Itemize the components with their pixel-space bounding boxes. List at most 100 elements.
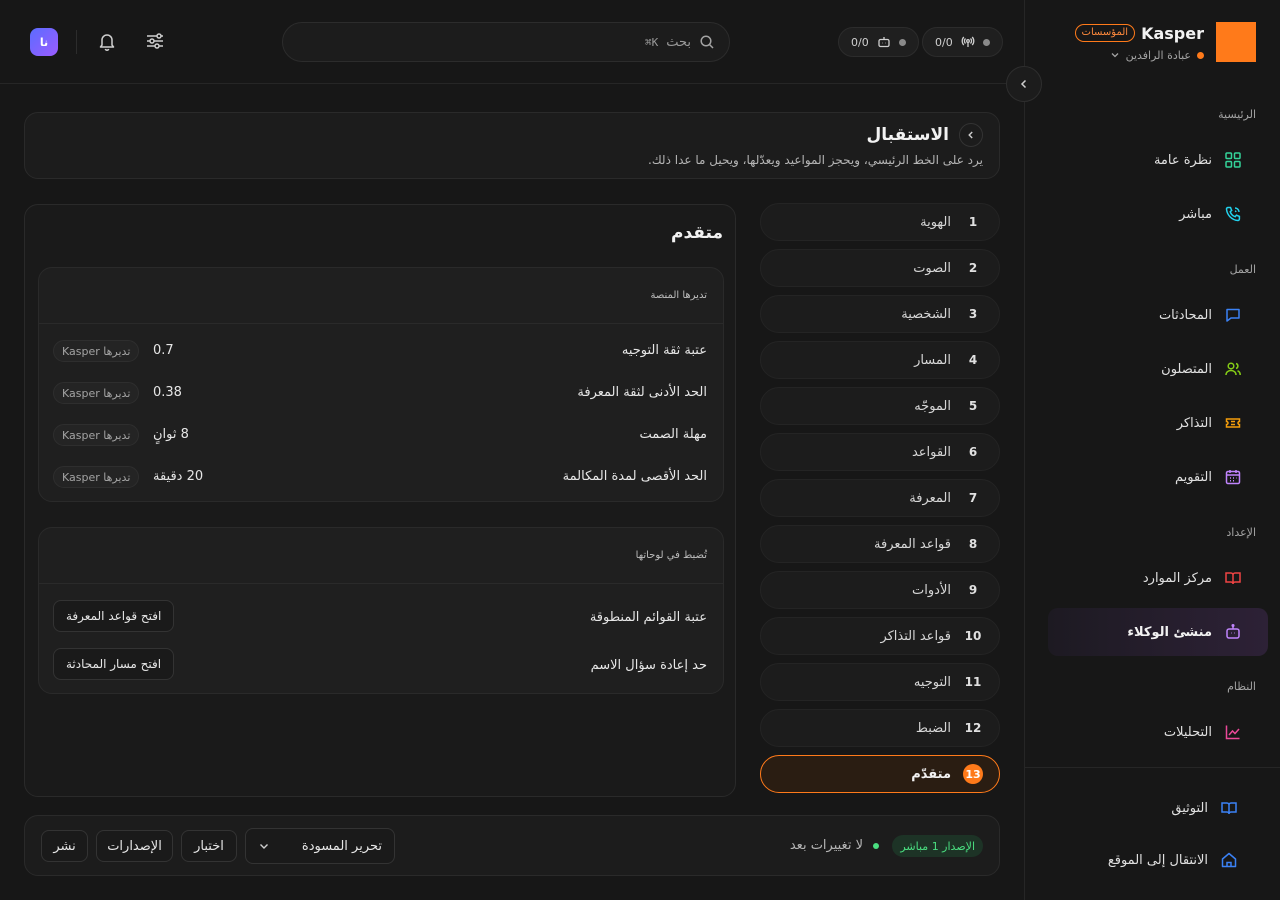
step-label: المسار (914, 352, 951, 368)
step-prompt[interactable]: 5 الموجّه (760, 387, 1000, 425)
step-voice[interactable]: 2 الصوت (760, 249, 1000, 287)
step-ticket-rules[interactable]: 10 قواعد التذاكر (760, 617, 1000, 655)
publish-button[interactable]: نشر (41, 830, 88, 862)
chevron-left-icon (1018, 78, 1030, 90)
sidebar-item-calendar[interactable]: التقويم (1048, 453, 1268, 501)
step-number: 7 (968, 491, 978, 505)
managed-badge: تديرها Kasper (53, 340, 140, 362)
step-number: 12 (964, 721, 982, 735)
agent-header: الاستقبال يرد على الخط الرئيسي، ويحجز ال… (24, 112, 1000, 179)
nav-section-work: العمل (1229, 263, 1256, 276)
bot-icon (1224, 623, 1242, 641)
step-label: قواعد المعرفة (874, 536, 951, 552)
setting-row: الحد الأدنى لثقة المعرفة 0.38 تديرها Kas… (37, 373, 723, 415)
step-label: الصوت (913, 260, 951, 276)
bots-counter[interactable]: 0/0 (838, 27, 919, 57)
mode-select-value: تحرير المسودة (301, 838, 382, 854)
setting-value: 0.7 (153, 343, 174, 358)
chevron-left-icon (966, 130, 976, 140)
sidebar-item-label: الانتقال إلى الموقع (1107, 852, 1208, 868)
sidebar-item-docs[interactable]: التوثيق (1044, 784, 1264, 832)
brand[interactable]: Kasper المؤسسات عبادة الرافدين (1074, 22, 1256, 62)
book-icon (1224, 569, 1242, 587)
chevron-down-icon (258, 840, 270, 852)
step-identity[interactable]: 1 الهوية (760, 203, 1000, 241)
sidebar-item-label: مركز الموارد (1142, 570, 1212, 586)
sidebar-item-live[interactable]: مباشر (1048, 190, 1268, 238)
back-button[interactable] (959, 123, 983, 147)
search-shortcut: ⌘K (644, 35, 659, 49)
step-label: الضبط (915, 720, 951, 736)
sidebar-item-resources[interactable]: مركز الموارد (1048, 554, 1268, 602)
open-conversation-flow-button[interactable]: افتح مسار المحادثة (53, 648, 175, 680)
managed-badge: تديرها Kasper (53, 466, 140, 488)
brand-logo (1216, 22, 1256, 62)
card-heading: تديرها المنصة (39, 268, 723, 324)
setting-label: عتبة ثقة التوجيه (621, 343, 707, 358)
setting-row: عتبة ثقة التوجيه 0.7 تديرها Kasper (37, 331, 723, 373)
live-calls-counter[interactable]: 0/0 (922, 27, 1003, 57)
setting-label: عتبة القوائم المنطوقة (589, 610, 707, 625)
step-routing[interactable]: 11 التوجيه (760, 663, 1000, 701)
setting-label: الحد الأدنى لثقة المعرفة (577, 385, 707, 400)
step-label: قواعد التذاكر (880, 628, 951, 644)
step-number: 8 (968, 537, 978, 551)
step-number: 6 (968, 445, 978, 459)
step-label: المعرفة (909, 490, 951, 506)
sidebar-item-tickets[interactable]: التذاكر (1048, 399, 1268, 447)
docs-icon (1220, 799, 1238, 817)
bots-count: 0/0 (851, 35, 869, 49)
versions-button[interactable]: الإصدارات (96, 830, 173, 862)
step-advanced[interactable]: 13 متقدّم (760, 755, 1000, 793)
sidebar-item-conversations[interactable]: المحادثات (1048, 291, 1268, 339)
sidebar-item-label: نظرة عامة (1153, 152, 1212, 168)
workspace-switcher[interactable]: عبادة الرافدين (1064, 47, 1204, 63)
broadcast-icon (961, 35, 975, 49)
nav-section-system: النظام (1227, 680, 1256, 693)
status-dot (898, 38, 906, 46)
card-heading: تُضبط في لوحاتها (39, 528, 723, 584)
avatar[interactable]: نا (30, 28, 58, 56)
step-label: متقدّم (911, 766, 951, 782)
setting-label: الحد الأقصى لمدة المكالمة (562, 469, 707, 484)
step-rules[interactable]: 6 القواعد (760, 433, 1000, 471)
bell-icon[interactable] (96, 30, 118, 52)
sidebar-collapse-button[interactable] (1006, 66, 1042, 102)
step-tools[interactable]: 9 الأدوات (760, 571, 1000, 609)
status-dot (1197, 51, 1204, 59)
mode-select[interactable]: تحرير المسودة (245, 828, 395, 864)
step-persona[interactable]: 3 الشخصية (760, 295, 1000, 333)
step-number: 11 (964, 675, 982, 689)
step-label: التوجيه (913, 674, 951, 690)
step-number: 2 (968, 261, 978, 275)
step-tuning[interactable]: 12 الضبط (760, 709, 1000, 747)
sidebar-item-agent-builder[interactable]: منشئ الوكلاء (1048, 608, 1268, 656)
platform-managed-card: تديرها المنصة عتبة ثقة التوجيه 0.7 تديره… (38, 267, 724, 502)
grid-icon (1224, 151, 1242, 169)
step-knowledge[interactable]: 7 المعرفة (760, 479, 1000, 517)
sidebar-item-analytics[interactable]: التحليلات (1048, 708, 1268, 756)
test-button[interactable]: اختبار (181, 830, 237, 862)
sidebar-item-label: منشئ الوكلاء (1127, 624, 1212, 640)
users-icon (1224, 360, 1242, 378)
step-number: 3 (968, 307, 978, 321)
panel-title: متقدم (671, 223, 723, 243)
setting-row: عتبة القوائم المنطوقة افتح قواعد المعرفة (37, 598, 723, 638)
sidebar-divider (1024, 767, 1280, 768)
step-flow[interactable]: 4 المسار (760, 341, 1000, 379)
sidebar: Kasper المؤسسات عبادة الرافدين الرئيسية … (1024, 0, 1280, 900)
step-number: 9 (968, 583, 978, 597)
sidebar-item-go-to-site[interactable]: الانتقال إلى الموقع (1044, 836, 1264, 884)
filters-icon[interactable] (144, 30, 166, 52)
setting-label: مهلة الصمت (639, 427, 708, 442)
sidebar-item-overview[interactable]: نظرة عامة (1048, 136, 1268, 184)
search-input[interactable]: بحث ⌘K (282, 22, 730, 62)
setting-row: حد إعادة سؤال الاسم افتح مسار المحادثة (37, 646, 723, 686)
step-number: 1 (968, 215, 978, 229)
sidebar-item-label: التحليلات (1163, 724, 1212, 740)
topbar: 0/0 0/0 بحث ⌘K نا (0, 0, 1024, 84)
sidebar-item-callers[interactable]: المتصلون (1048, 345, 1268, 393)
open-knowledge-rules-button[interactable]: افتح قواعد المعرفة (53, 600, 175, 632)
step-knowledge-rules[interactable]: 8 قواعد المعرفة (760, 525, 1000, 563)
plan-badge: المؤسسات (1074, 24, 1136, 42)
